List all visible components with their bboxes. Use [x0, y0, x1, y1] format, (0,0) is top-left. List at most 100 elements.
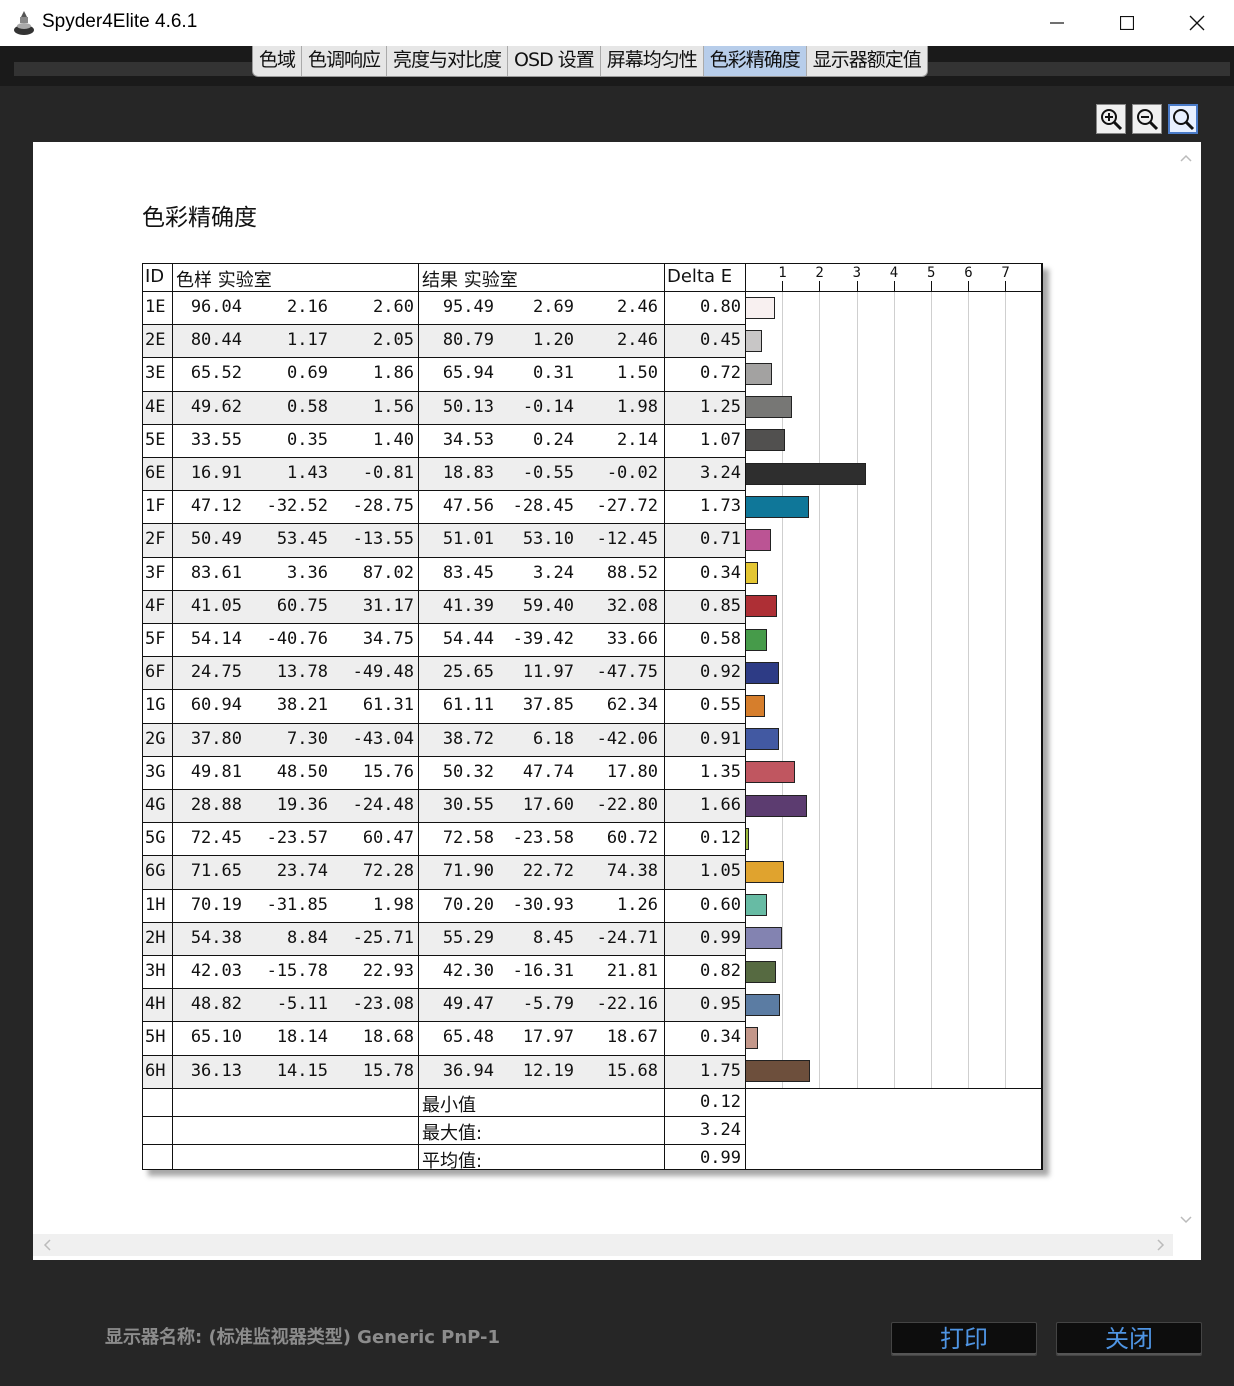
result-value: 50.13 — [442, 396, 494, 417]
result-value: 61.11 — [442, 695, 494, 716]
title-bar: Spyder4Elite 4.6.1 — [0, 0, 1234, 47]
minimize-button[interactable] — [1022, 0, 1092, 46]
zoom-out-button[interactable] — [1132, 104, 1162, 134]
delta-bar — [745, 628, 767, 651]
row-id: 2H — [145, 927, 166, 948]
sample-value: -5.11 — [276, 994, 328, 1015]
result-value: -47.75 — [596, 662, 658, 683]
delta-bar — [745, 529, 772, 551]
delta-bar — [745, 595, 777, 618]
scroll-down-icon[interactable] — [1178, 1212, 1194, 1228]
result-value: 51.01 — [442, 529, 494, 550]
result-value: 65.94 — [442, 363, 494, 384]
tab-4[interactable]: 屏幕均匀性 — [601, 46, 704, 76]
row-id: 2F — [145, 529, 166, 550]
print-button[interactable]: 打印 — [891, 1322, 1037, 1356]
zoom-in-button[interactable] — [1096, 104, 1126, 134]
result-value: 2.69 — [533, 297, 574, 317]
spyder-app-icon — [14, 11, 34, 35]
zoom-fit-button[interactable] — [1168, 104, 1198, 134]
scroll-right-icon[interactable] — [1153, 1237, 1169, 1253]
delta-value: 0.91 — [700, 728, 741, 749]
result-value: 72.58 — [442, 828, 494, 849]
result-value: 95.49 — [442, 297, 494, 317]
delta-value: 0.12 — [700, 828, 741, 849]
row-divider — [142, 888, 745, 890]
scroll-left-icon[interactable] — [39, 1237, 55, 1253]
delta-bar — [745, 794, 807, 817]
header-delta: Delta E — [667, 266, 733, 287]
tab-1[interactable]: 色调响应 — [302, 46, 388, 76]
result-value: 36.94 — [442, 1060, 494, 1081]
scroll-up-icon[interactable] — [1178, 150, 1194, 166]
row-divider — [142, 855, 745, 857]
row-id: 3G — [145, 761, 166, 782]
chart-tick-label: 7 — [1001, 265, 1010, 281]
row-divider — [142, 921, 745, 923]
delta-value: 0.34 — [700, 1027, 741, 1048]
tab-6[interactable]: 显示器额定值 — [807, 46, 927, 76]
chart-tick-label: 6 — [964, 265, 973, 281]
delta-value: 0.72 — [700, 363, 741, 384]
horizontal-scrollbar[interactable] — [33, 1234, 1173, 1256]
chart-gridline — [856, 291, 858, 1088]
delta-bar — [745, 695, 766, 717]
tab-0[interactable]: 色域 — [253, 46, 303, 76]
result-value: 1.98 — [617, 396, 658, 417]
column-divider — [172, 263, 173, 1170]
chart-gridline — [893, 291, 895, 1088]
result-value: 1.26 — [617, 894, 658, 915]
result-value: 12.19 — [522, 1060, 574, 1081]
delta-bar — [745, 329, 762, 352]
result-value: -0.14 — [522, 396, 574, 417]
result-value: -24.71 — [596, 927, 658, 948]
close-button[interactable]: 关闭 — [1056, 1322, 1202, 1356]
chart-gridline — [968, 291, 970, 1088]
sample-value: 34.75 — [362, 629, 414, 649]
result-value: 15.68 — [606, 1060, 658, 1081]
report-title: 色彩精确度 — [142, 205, 257, 231]
row-divider — [142, 1054, 745, 1056]
tab-5[interactable]: 色彩精确度 — [703, 46, 807, 76]
delta-value: 1.05 — [700, 861, 741, 882]
sample-value: 49.81 — [190, 761, 242, 782]
delta-value: 0.99 — [700, 927, 741, 948]
table-border — [142, 291, 1043, 292]
row-divider — [142, 589, 745, 591]
header-id: ID — [145, 266, 165, 287]
sample-value: -40.76 — [266, 629, 328, 649]
row-divider — [142, 755, 745, 757]
sample-value: 48.50 — [276, 761, 328, 782]
sample-value: 71.65 — [190, 861, 242, 882]
maximize-icon — [1120, 16, 1134, 30]
sample-value: 37.80 — [190, 728, 242, 749]
sample-value: 2.05 — [373, 330, 414, 351]
row-divider — [142, 722, 745, 724]
result-value: 21.81 — [606, 961, 658, 981]
monitor-name-label: 显示器名称: (标准监视器类型) Generic PnP-1 — [105, 1327, 501, 1348]
delta-value: 0.80 — [700, 297, 741, 317]
row-id: 1H — [145, 894, 166, 915]
delta-bar — [745, 894, 768, 917]
header-result: 结果 实验室 — [422, 270, 518, 291]
result-value: 6.18 — [533, 728, 574, 749]
sample-value: 53.45 — [276, 529, 328, 550]
sample-value: 49.62 — [190, 396, 242, 417]
result-value: -23.58 — [512, 828, 574, 849]
tab-2[interactable]: 亮度与对比度 — [387, 46, 509, 76]
tab-3[interactable]: OSD 设置 — [508, 46, 601, 76]
sample-value: 0.58 — [287, 396, 328, 417]
sample-value: 61.31 — [362, 695, 414, 716]
delta-bar — [745, 363, 772, 385]
maximize-button[interactable] — [1092, 0, 1162, 46]
result-value: 30.55 — [442, 795, 494, 815]
delta-bar — [745, 927, 782, 950]
sample-value: 1.17 — [287, 330, 328, 351]
result-value: -16.31 — [512, 961, 574, 981]
delta-value: 3.24 — [700, 463, 741, 483]
result-value: 74.38 — [606, 861, 658, 882]
result-value: 2.14 — [617, 429, 658, 450]
result-value: 2.46 — [617, 297, 658, 317]
close-window-button[interactable] — [1162, 0, 1232, 46]
column-divider — [142, 263, 143, 1170]
